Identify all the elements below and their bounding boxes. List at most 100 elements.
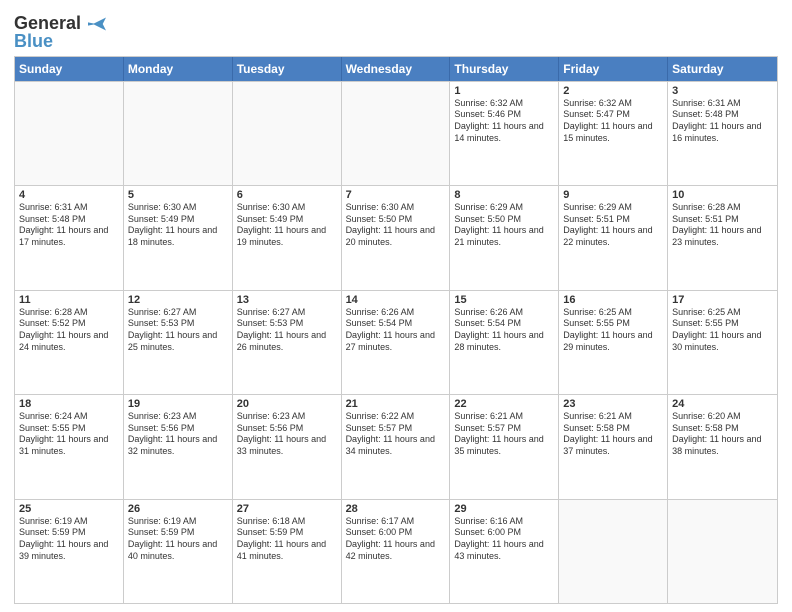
calendar-cell: 27Sunrise: 6:18 AM Sunset: 5:59 PM Dayli…: [233, 500, 342, 603]
cell-day-number: 9: [563, 189, 663, 201]
cell-day-number: 23: [563, 398, 663, 410]
cell-day-number: 15: [454, 294, 554, 306]
cell-info: Sunrise: 6:29 AM Sunset: 5:50 PM Dayligh…: [454, 202, 554, 249]
cell-day-number: 12: [128, 294, 228, 306]
calendar-cell: 2Sunrise: 6:32 AM Sunset: 5:47 PM Daylig…: [559, 82, 668, 185]
calendar-cell: 5Sunrise: 6:30 AM Sunset: 5:49 PM Daylig…: [124, 186, 233, 289]
header: General Blue: [14, 10, 778, 52]
cell-day-number: 2: [563, 85, 663, 97]
calendar-cell: 22Sunrise: 6:21 AM Sunset: 5:57 PM Dayli…: [450, 395, 559, 498]
logo-bird-icon: [88, 17, 106, 31]
cell-info: Sunrise: 6:16 AM Sunset: 6:00 PM Dayligh…: [454, 516, 554, 563]
cell-day-number: 3: [672, 85, 773, 97]
cell-day-number: 28: [346, 503, 446, 515]
calendar-week: 11Sunrise: 6:28 AM Sunset: 5:52 PM Dayli…: [15, 290, 777, 394]
cell-day-number: 5: [128, 189, 228, 201]
calendar-header-row: SundayMondayTuesdayWednesdayThursdayFrid…: [15, 57, 777, 81]
cell-day-number: 1: [454, 85, 554, 97]
cell-day-number: 25: [19, 503, 119, 515]
cell-info: Sunrise: 6:27 AM Sunset: 5:53 PM Dayligh…: [128, 307, 228, 354]
calendar-cell: 26Sunrise: 6:19 AM Sunset: 5:59 PM Dayli…: [124, 500, 233, 603]
cell-day-number: 21: [346, 398, 446, 410]
calendar-header-cell: Monday: [124, 57, 233, 81]
cell-info: Sunrise: 6:32 AM Sunset: 5:47 PM Dayligh…: [563, 98, 663, 145]
calendar-body: 1Sunrise: 6:32 AM Sunset: 5:46 PM Daylig…: [15, 81, 777, 603]
calendar: SundayMondayTuesdayWednesdayThursdayFrid…: [14, 56, 778, 604]
cell-info: Sunrise: 6:31 AM Sunset: 5:48 PM Dayligh…: [19, 202, 119, 249]
calendar-cell: 21Sunrise: 6:22 AM Sunset: 5:57 PM Dayli…: [342, 395, 451, 498]
calendar-header-cell: Tuesday: [233, 57, 342, 81]
calendar-week: 4Sunrise: 6:31 AM Sunset: 5:48 PM Daylig…: [15, 185, 777, 289]
cell-info: Sunrise: 6:31 AM Sunset: 5:48 PM Dayligh…: [672, 98, 773, 145]
cell-info: Sunrise: 6:27 AM Sunset: 5:53 PM Dayligh…: [237, 307, 337, 354]
calendar-header-cell: Saturday: [668, 57, 777, 81]
calendar-week: 1Sunrise: 6:32 AM Sunset: 5:46 PM Daylig…: [15, 81, 777, 185]
calendar-cell: 29Sunrise: 6:16 AM Sunset: 6:00 PM Dayli…: [450, 500, 559, 603]
cell-day-number: 27: [237, 503, 337, 515]
calendar-week: 25Sunrise: 6:19 AM Sunset: 5:59 PM Dayli…: [15, 499, 777, 603]
calendar-cell: 18Sunrise: 6:24 AM Sunset: 5:55 PM Dayli…: [15, 395, 124, 498]
cell-info: Sunrise: 6:29 AM Sunset: 5:51 PM Dayligh…: [563, 202, 663, 249]
cell-info: Sunrise: 6:19 AM Sunset: 5:59 PM Dayligh…: [128, 516, 228, 563]
cell-info: Sunrise: 6:30 AM Sunset: 5:50 PM Dayligh…: [346, 202, 446, 249]
calendar-cell: 8Sunrise: 6:29 AM Sunset: 5:50 PM Daylig…: [450, 186, 559, 289]
cell-day-number: 4: [19, 189, 119, 201]
calendar-cell: [15, 82, 124, 185]
cell-info: Sunrise: 6:30 AM Sunset: 5:49 PM Dayligh…: [128, 202, 228, 249]
page: General Blue SundayMondayTuesdayWednesda…: [0, 0, 792, 612]
calendar-header-cell: Wednesday: [342, 57, 451, 81]
logo: General Blue: [14, 14, 106, 52]
calendar-cell: 20Sunrise: 6:23 AM Sunset: 5:56 PM Dayli…: [233, 395, 342, 498]
calendar-cell: [124, 82, 233, 185]
calendar-cell: 17Sunrise: 6:25 AM Sunset: 5:55 PM Dayli…: [668, 291, 777, 394]
calendar-cell: 23Sunrise: 6:21 AM Sunset: 5:58 PM Dayli…: [559, 395, 668, 498]
calendar-cell: 7Sunrise: 6:30 AM Sunset: 5:50 PM Daylig…: [342, 186, 451, 289]
logo-line2: Blue: [14, 32, 53, 52]
cell-info: Sunrise: 6:19 AM Sunset: 5:59 PM Dayligh…: [19, 516, 119, 563]
calendar-week: 18Sunrise: 6:24 AM Sunset: 5:55 PM Dayli…: [15, 394, 777, 498]
calendar-header-cell: Friday: [559, 57, 668, 81]
cell-day-number: 19: [128, 398, 228, 410]
calendar-cell: 1Sunrise: 6:32 AM Sunset: 5:46 PM Daylig…: [450, 82, 559, 185]
cell-info: Sunrise: 6:32 AM Sunset: 5:46 PM Dayligh…: [454, 98, 554, 145]
calendar-cell: [342, 82, 451, 185]
calendar-cell: 15Sunrise: 6:26 AM Sunset: 5:54 PM Dayli…: [450, 291, 559, 394]
calendar-cell: [668, 500, 777, 603]
cell-day-number: 29: [454, 503, 554, 515]
cell-info: Sunrise: 6:28 AM Sunset: 5:52 PM Dayligh…: [19, 307, 119, 354]
cell-info: Sunrise: 6:26 AM Sunset: 5:54 PM Dayligh…: [346, 307, 446, 354]
cell-info: Sunrise: 6:26 AM Sunset: 5:54 PM Dayligh…: [454, 307, 554, 354]
calendar-cell: 12Sunrise: 6:27 AM Sunset: 5:53 PM Dayli…: [124, 291, 233, 394]
cell-info: Sunrise: 6:30 AM Sunset: 5:49 PM Dayligh…: [237, 202, 337, 249]
cell-day-number: 18: [19, 398, 119, 410]
cell-info: Sunrise: 6:23 AM Sunset: 5:56 PM Dayligh…: [237, 411, 337, 458]
cell-day-number: 20: [237, 398, 337, 410]
calendar-cell: 28Sunrise: 6:17 AM Sunset: 6:00 PM Dayli…: [342, 500, 451, 603]
calendar-cell: 24Sunrise: 6:20 AM Sunset: 5:58 PM Dayli…: [668, 395, 777, 498]
cell-info: Sunrise: 6:17 AM Sunset: 6:00 PM Dayligh…: [346, 516, 446, 563]
calendar-header-cell: Sunday: [15, 57, 124, 81]
cell-day-number: 22: [454, 398, 554, 410]
cell-day-number: 7: [346, 189, 446, 201]
cell-day-number: 10: [672, 189, 773, 201]
calendar-cell: 6Sunrise: 6:30 AM Sunset: 5:49 PM Daylig…: [233, 186, 342, 289]
calendar-cell: 14Sunrise: 6:26 AM Sunset: 5:54 PM Dayli…: [342, 291, 451, 394]
cell-day-number: 16: [563, 294, 663, 306]
calendar-cell: 16Sunrise: 6:25 AM Sunset: 5:55 PM Dayli…: [559, 291, 668, 394]
calendar-cell: 13Sunrise: 6:27 AM Sunset: 5:53 PM Dayli…: [233, 291, 342, 394]
calendar-cell: 11Sunrise: 6:28 AM Sunset: 5:52 PM Dayli…: [15, 291, 124, 394]
cell-info: Sunrise: 6:24 AM Sunset: 5:55 PM Dayligh…: [19, 411, 119, 458]
calendar-cell: [559, 500, 668, 603]
cell-day-number: 24: [672, 398, 773, 410]
cell-info: Sunrise: 6:25 AM Sunset: 5:55 PM Dayligh…: [672, 307, 773, 354]
calendar-cell: 4Sunrise: 6:31 AM Sunset: 5:48 PM Daylig…: [15, 186, 124, 289]
cell-day-number: 26: [128, 503, 228, 515]
calendar-cell: 3Sunrise: 6:31 AM Sunset: 5:48 PM Daylig…: [668, 82, 777, 185]
calendar-header-cell: Thursday: [450, 57, 559, 81]
cell-info: Sunrise: 6:22 AM Sunset: 5:57 PM Dayligh…: [346, 411, 446, 458]
cell-info: Sunrise: 6:28 AM Sunset: 5:51 PM Dayligh…: [672, 202, 773, 249]
cell-day-number: 13: [237, 294, 337, 306]
cell-info: Sunrise: 6:23 AM Sunset: 5:56 PM Dayligh…: [128, 411, 228, 458]
calendar-cell: [233, 82, 342, 185]
cell-info: Sunrise: 6:18 AM Sunset: 5:59 PM Dayligh…: [237, 516, 337, 563]
